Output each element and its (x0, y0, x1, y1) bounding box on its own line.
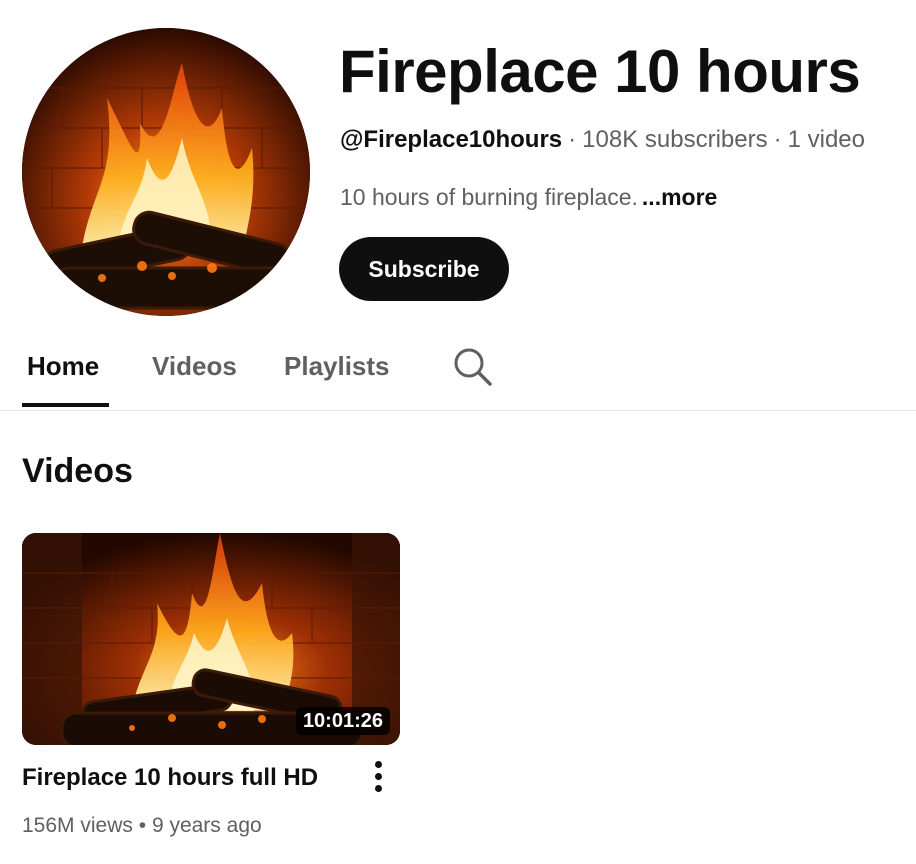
video-count: 1 video (787, 126, 865, 153)
tab-videos[interactable]: Videos (152, 348, 237, 384)
meta-separator: · (773, 126, 782, 153)
kebab-dot (375, 761, 382, 768)
more-link[interactable]: ...more (642, 184, 717, 210)
kebab-dot (375, 785, 382, 792)
upload-age: 9 years ago (151, 814, 262, 837)
subscribe-button[interactable]: Subscribe (339, 237, 509, 301)
section-heading: Videos (22, 452, 133, 490)
video-meta: 156M views • 9 years ago (22, 812, 262, 840)
channel-page: Fireplace 10 hours @Fireplace10hours · 108… (0, 0, 916, 864)
video-menu-button[interactable] (366, 757, 390, 797)
active-tab-indicator (22, 403, 109, 407)
search-icon (454, 348, 492, 386)
channel-avatar[interactable] (22, 28, 310, 316)
video-card: 10:01:26 Fireplace 10 hours full HD 156M… (22, 533, 402, 843)
subscriber-count: 108K subscribers (582, 126, 768, 153)
fireplace-avatar-image (22, 28, 310, 316)
video-title[interactable]: Fireplace 10 hours full HD (22, 762, 318, 794)
meta-separator: · (568, 126, 577, 153)
tab-search-button[interactable] (452, 346, 494, 388)
duration-badge: 10:01:26 (295, 707, 390, 735)
description-text: 10 hours of burning fireplace. (340, 184, 638, 210)
channel-title: Fireplace 10 hours (339, 38, 861, 105)
video-thumbnail[interactable]: 10:01:26 (22, 533, 400, 745)
channel-tabs: Home Videos Playlists (0, 340, 916, 411)
kebab-dot (375, 773, 382, 780)
tab-playlists[interactable]: Playlists (284, 348, 390, 384)
channel-description[interactable]: 10 hours of burning fireplace. ...more (340, 181, 717, 213)
channel-meta: @Fireplace10hours · 108K subscribers · 1 vid… (340, 124, 865, 156)
meta-separator: • (138, 814, 147, 837)
tab-home[interactable]: Home (27, 348, 99, 384)
view-count: 156M views (22, 814, 133, 837)
channel-handle[interactable]: @Fireplace10hours (340, 126, 562, 153)
